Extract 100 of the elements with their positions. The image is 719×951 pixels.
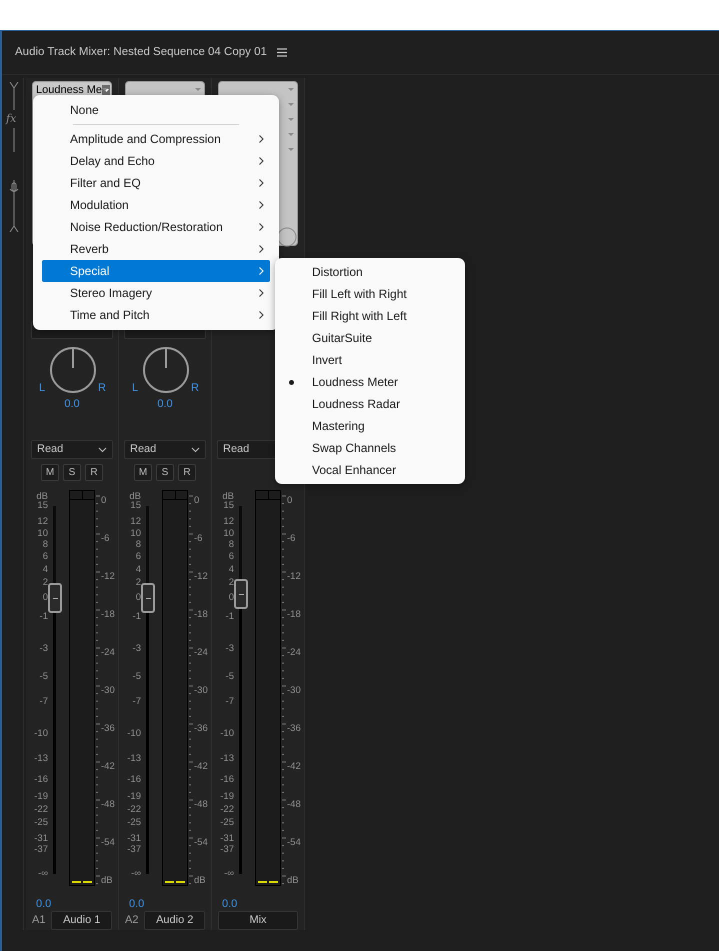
fader-scale-label: -13 xyxy=(34,754,48,764)
fader-thumb[interactable] xyxy=(48,583,62,613)
meter-scale-label: -18 xyxy=(101,610,115,620)
automation-dropdown[interactable]: Read xyxy=(124,440,206,459)
fader-thumb[interactable] xyxy=(234,579,248,610)
track-toggle-button[interactable]: R xyxy=(178,464,196,481)
meter-scale-label: dB xyxy=(101,876,113,886)
track-id: A2 xyxy=(125,913,138,928)
track-name-field[interactable]: Audio 2 xyxy=(144,911,205,930)
fader-scale-label: -1 xyxy=(132,612,141,622)
fader-scale-label: dB xyxy=(129,492,141,502)
pan-right-label: R xyxy=(98,381,106,396)
fader-scale-label: -31 xyxy=(34,834,48,844)
fader-scale-label: -25 xyxy=(220,818,234,828)
menu-icon[interactable] xyxy=(276,48,287,57)
meter-scale-label: -48 xyxy=(101,800,115,810)
submenu-item[interactable]: Invert xyxy=(275,349,465,371)
fader-scale-label: -∞ xyxy=(131,869,141,879)
pan-value[interactable]: 0.0 xyxy=(64,398,80,411)
meter-scale-label: -54 xyxy=(287,838,301,848)
menu-item[interactable]: Time and Pitch xyxy=(42,304,270,326)
meter-scale-label: -36 xyxy=(101,724,115,734)
meter-scale-label: -6 xyxy=(194,534,202,544)
fader-scale-label: 6 xyxy=(228,552,234,562)
menu-item[interactable]: Reverb xyxy=(42,238,270,260)
submenu-item[interactable]: Fill Left with Right xyxy=(275,283,465,305)
fader-scale-label: 15 xyxy=(130,501,141,511)
meter-scale-label: -18 xyxy=(287,610,301,620)
fader-scale-label: 6 xyxy=(136,552,141,562)
pan-value[interactable]: 0.0 xyxy=(157,398,173,411)
fader-scale-label: 8 xyxy=(228,540,234,550)
menu-item[interactable]: None xyxy=(42,99,270,121)
panel-title: Audio Track Mixer: Nested Sequence 04 Copy 01 xyxy=(15,44,267,60)
track-name-field[interactable]: Audio 1 xyxy=(51,911,112,930)
pan-knob-icon[interactable] xyxy=(49,346,97,394)
automation-dropdown[interactable]: Read xyxy=(31,440,113,459)
volume-value[interactable]: 0.0 xyxy=(222,898,238,910)
fader-scale-label: -37 xyxy=(34,845,48,855)
fader-scale-label: -19 xyxy=(127,792,141,802)
fader-scale-label: -7 xyxy=(40,697,48,707)
meter-scale-label: -48 xyxy=(287,800,301,810)
submenu-item[interactable]: Loudness Radar xyxy=(275,393,465,415)
submenu-item[interactable]: Mastering xyxy=(275,415,465,437)
fader-scale-label: -25 xyxy=(34,818,48,828)
track-toggle-button[interactable]: S xyxy=(156,464,174,481)
meter-scale-label: -36 xyxy=(194,724,208,734)
fader-scale-label: -∞ xyxy=(224,869,234,879)
fader-scale-label: 12 xyxy=(223,517,234,527)
fader-scale-label: 2 xyxy=(228,578,234,588)
meter-scale-label: -54 xyxy=(194,838,208,848)
fader-scale-label: 15 xyxy=(223,501,234,511)
fader-scale-label: -3 xyxy=(226,644,234,654)
track-toggle-button[interactable]: M xyxy=(41,464,59,481)
pan-knob-icon[interactable] xyxy=(142,346,190,394)
menu-item[interactable]: Stereo Imagery xyxy=(42,282,270,304)
volume-value[interactable]: 0.0 xyxy=(129,898,144,910)
volume-value[interactable]: 0.0 xyxy=(36,898,52,910)
submenu-item[interactable]: Distortion xyxy=(275,261,465,283)
fader-scale-label: -22 xyxy=(34,805,48,815)
fader-scale-label: -3 xyxy=(132,644,141,654)
fader-scale-label: -37 xyxy=(220,845,234,855)
submenu-item[interactable]: GuitarSuite xyxy=(275,327,465,349)
fader-scale-label: -1 xyxy=(226,612,234,622)
menu-item[interactable]: Noise Reduction/Restoration xyxy=(42,216,270,238)
fader-scale-label: 4 xyxy=(228,565,234,575)
fader-thumb[interactable] xyxy=(141,583,155,613)
track-name-field[interactable]: Mix xyxy=(218,911,298,930)
menu-item[interactable]: Amplitude and Compression xyxy=(42,128,270,150)
fader-scale-label: -16 xyxy=(34,775,48,785)
track-toggle-button[interactable]: M xyxy=(134,464,152,481)
meter-scale-label: -42 xyxy=(194,762,208,772)
menu-item[interactable]: Filter and EQ xyxy=(42,172,270,194)
fader-scale-label: -19 xyxy=(220,792,234,802)
submenu-item[interactable]: Vocal Enhancer xyxy=(275,459,465,481)
effects-label: fx xyxy=(6,111,16,127)
track-toggle-button[interactable]: R xyxy=(85,464,103,481)
submenu-item[interactable]: Fill Right with Left xyxy=(275,305,465,327)
fader-scale-label: 10 xyxy=(223,529,234,539)
fader-scale-label: -7 xyxy=(226,697,234,707)
meter-scale-label: -24 xyxy=(194,648,208,658)
fader-scale-label: -22 xyxy=(220,805,234,815)
fader-scale-label: -1 xyxy=(40,612,48,622)
fader-scale-label: -10 xyxy=(220,729,234,739)
track-toggle-button[interactable]: S xyxy=(63,464,81,481)
meter-scale-label: -6 xyxy=(101,534,110,544)
meter-scale-label: -48 xyxy=(194,800,208,810)
chevron-down-icon xyxy=(98,446,107,452)
microphone-icon xyxy=(8,182,20,196)
submenu-item[interactable]: Loudness Meter xyxy=(275,371,465,393)
meter-scale-label: -12 xyxy=(194,572,208,582)
menu-item[interactable]: Special xyxy=(42,260,270,282)
fader-scale-label: 10 xyxy=(37,529,48,539)
fader-scale-label: 0 xyxy=(42,593,48,603)
menu-item[interactable]: Delay and Echo xyxy=(42,150,270,172)
fader-scale-label: 15 xyxy=(37,501,48,511)
meter-scale-label: dB xyxy=(287,876,299,886)
menu-item[interactable]: Modulation xyxy=(42,194,270,216)
fader-scale-label: -16 xyxy=(220,775,234,785)
track-id: A1 xyxy=(32,913,46,928)
fader-scale-label: dB xyxy=(36,492,48,502)
